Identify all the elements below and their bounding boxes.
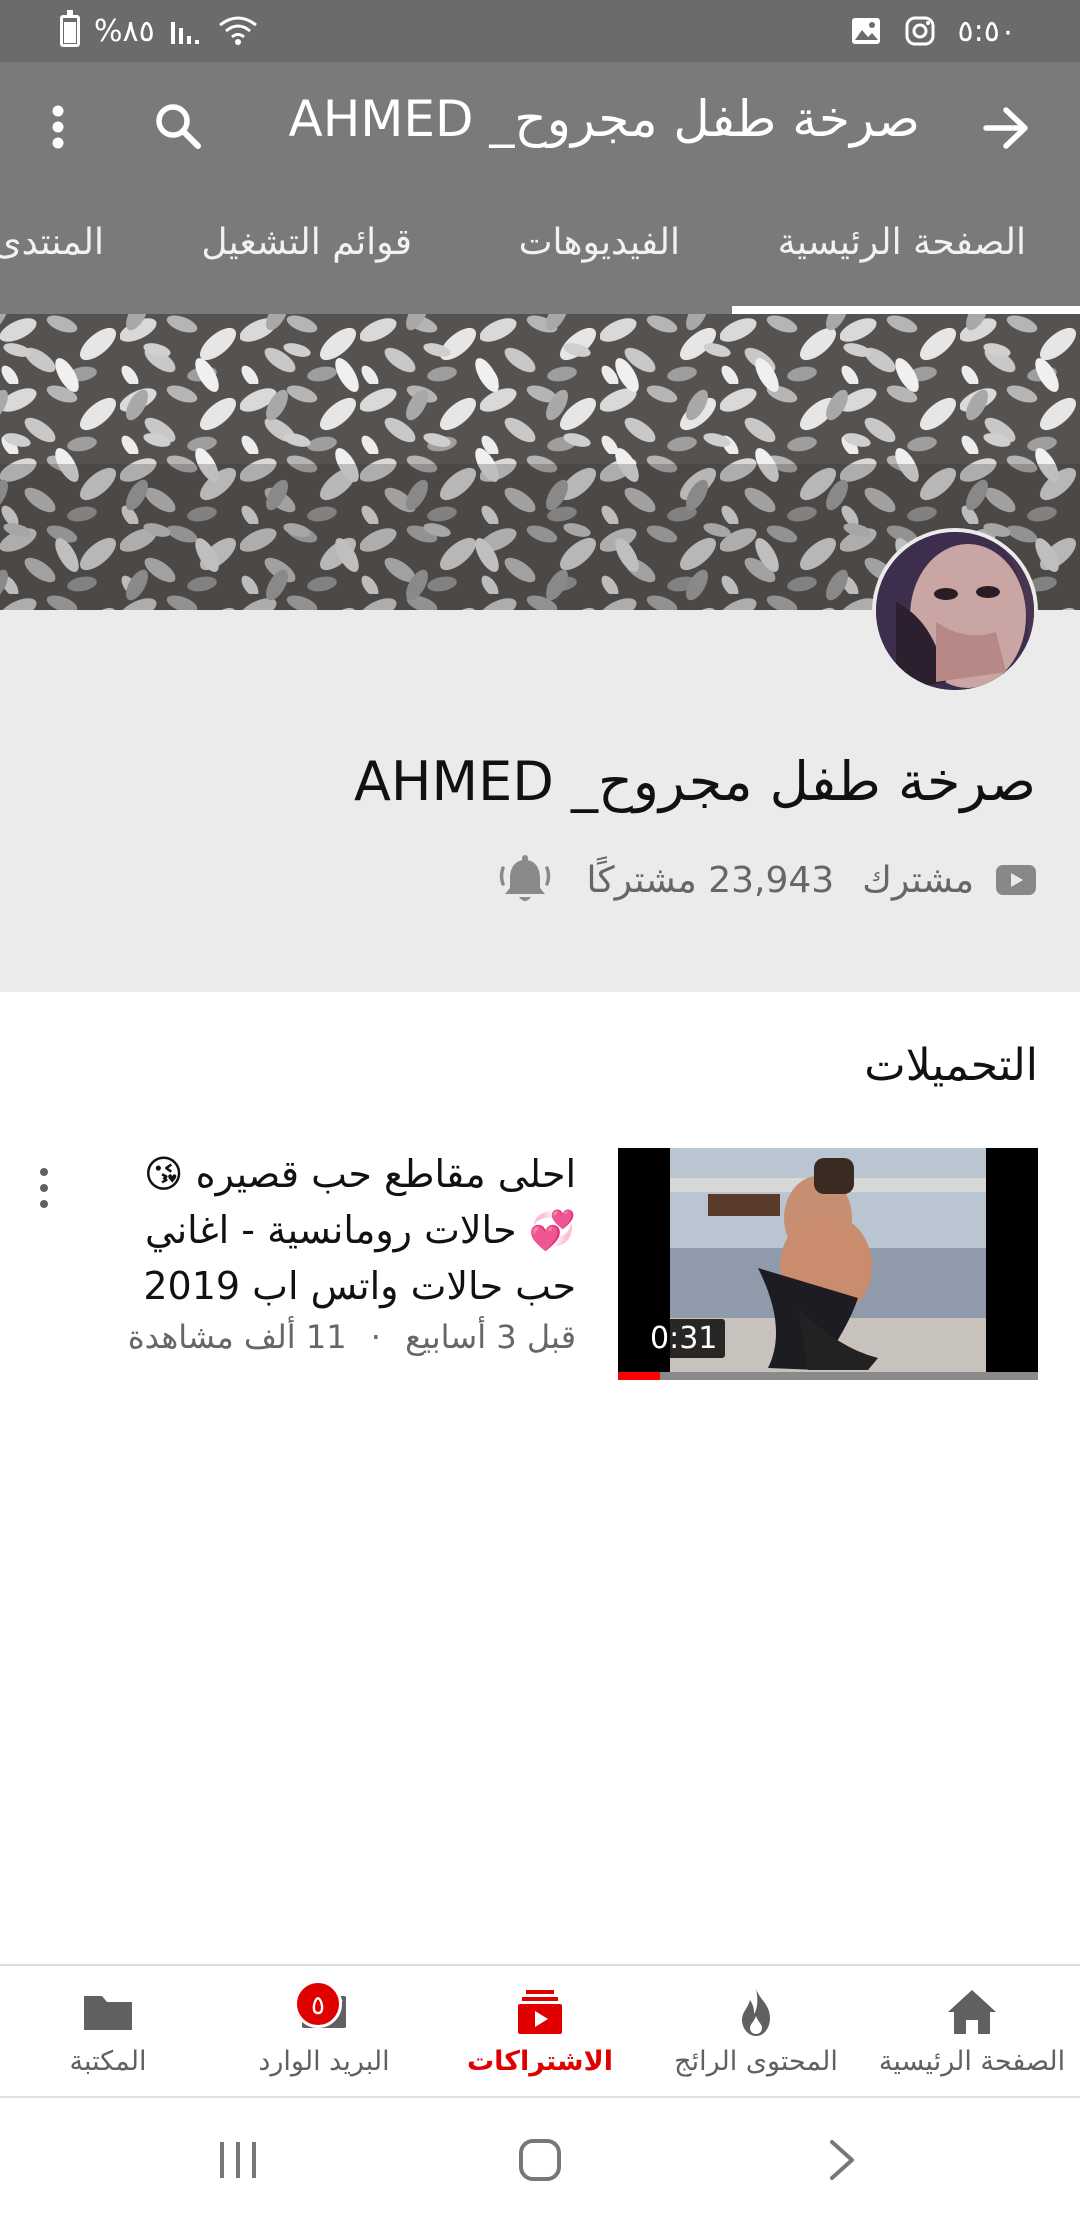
search-button[interactable]: [146, 94, 210, 158]
tab-bar: الصفحة الرئيسية الفيديوهات قوائم التشغيل…: [0, 192, 1080, 314]
video-meta: قبل 3 أسابيع · 11 ألف مشاهدة: [128, 1318, 576, 1356]
video-thumbnail[interactable]: 0:31: [618, 1148, 1038, 1380]
arrow-right-icon: [983, 107, 1028, 149]
bell-icon[interactable]: [497, 852, 553, 908]
nav-inbox-label: البريد الوارد: [258, 2046, 390, 2077]
nav-trending[interactable]: المحتوى الرائج: [648, 1966, 864, 2096]
video-views: 11 ألف مشاهدة: [127, 1318, 347, 1356]
battery-icon: [60, 10, 80, 47]
page: %٨٥ ٥:٥٠ صرخة طفل مجروح_ AHMED الصفحة ال…: [0, 0, 1080, 2220]
nav-trending-label: المحتوى الرائج: [674, 2046, 838, 2077]
video-more-button[interactable]: [34, 1166, 54, 1210]
instagram-icon: [905, 16, 935, 46]
subscriptions-icon: [518, 1990, 562, 2034]
inbox-badge: ٥: [294, 1980, 342, 2028]
app-bar-title: صرخة طفل مجروح_ AHMED: [288, 90, 920, 148]
bottom-navigation: المكتبة ٥ البريد الوارد الاشتراكات المحت…: [0, 1964, 1080, 2094]
avatar-image: [876, 532, 1034, 690]
search-icon: [156, 104, 201, 149]
nav-inbox[interactable]: ٥ البريد الوارد: [216, 1966, 432, 2096]
channel-name: صرخة طفل مجروح_ AHMED: [353, 750, 1036, 813]
status-bar: %٨٥ ٥:٥٠: [0, 0, 1080, 62]
nav-subscriptions-label: الاشتراكات: [467, 2046, 613, 2077]
subscribed-label[interactable]: مشترك: [862, 860, 974, 901]
back-system-icon[interactable]: [824, 2136, 860, 2184]
channel-meta-row: مشترك 23,943 مشتركًا: [497, 854, 1036, 906]
tab-community[interactable]: المنتدى: [0, 222, 104, 263]
tab-home[interactable]: الصفحة الرئيسية: [778, 222, 1026, 263]
more-vert-icon: [52, 105, 64, 149]
youtube-play-icon: [996, 865, 1036, 895]
app-bar: صرخة طفل مجروح_ AHMED: [0, 62, 1080, 192]
battery-percent: %٨٥: [94, 13, 155, 49]
video-progress-track: [618, 1372, 1038, 1380]
tab-playlists[interactable]: قوائم التشغيل: [201, 222, 412, 263]
back-button[interactable]: [974, 96, 1038, 160]
tab-videos[interactable]: الفيديوهات: [519, 222, 680, 263]
home-system-icon[interactable]: [516, 2136, 564, 2184]
home-icon: [948, 1990, 996, 2034]
nav-library[interactable]: المكتبة: [0, 1966, 216, 2096]
more-vert-icon: [40, 1168, 48, 1208]
system-navigation-bar: [0, 2096, 1080, 2220]
status-left: %٨٥: [60, 10, 259, 50]
wifi-icon: [218, 16, 257, 45]
image-notification-icon: [851, 18, 880, 44]
fire-icon: [742, 1988, 770, 2036]
status-right: ٥:٥٠: [850, 12, 1016, 50]
video-duration: 0:31: [642, 1319, 726, 1358]
subscriber-count: 23,943 مشتركًا: [586, 859, 835, 901]
nav-library-label: المكتبة: [69, 2046, 147, 2077]
more-options-button[interactable]: [30, 97, 86, 157]
recent-apps-icon[interactable]: [214, 2138, 262, 2182]
clock: ٥:٥٠: [957, 13, 1016, 49]
signal-icon: [170, 22, 199, 44]
uploads-heading: التحميلات: [864, 1040, 1038, 1091]
nav-subscriptions[interactable]: الاشتراكات: [432, 1966, 648, 2096]
channel-avatar[interactable]: [872, 528, 1038, 694]
active-tab-indicator: [732, 306, 1080, 314]
nav-home-label: الصفحة الرئيسية: [878, 2046, 1066, 2077]
video-title[interactable]: احلى مقاطع حب قصيره 😘💞 حالات رومانسية - …: [136, 1146, 576, 1314]
meta-separator: ·: [370, 1318, 381, 1356]
video-progress-fill: [618, 1372, 660, 1380]
nav-home[interactable]: الصفحة الرئيسية: [864, 1966, 1080, 2096]
folder-icon: [84, 1996, 132, 2030]
video-age: قبل 3 أسابيع: [405, 1318, 576, 1356]
